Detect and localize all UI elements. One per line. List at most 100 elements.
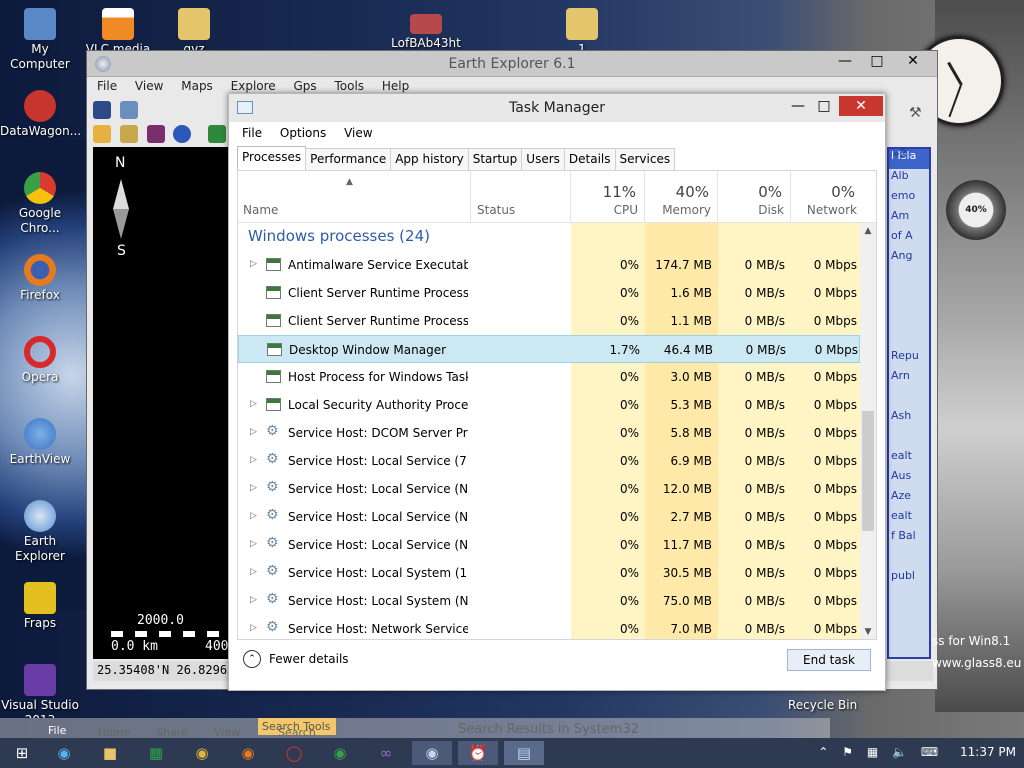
column-network[interactable]: 0% Network xyxy=(791,171,863,223)
tab-details[interactable]: Details xyxy=(563,148,616,170)
task-manager-taskbar-icon[interactable]: ▤ xyxy=(504,741,544,765)
clock-time[interactable]: 11:37 PM xyxy=(960,745,1016,759)
tab-processes[interactable]: Processes xyxy=(237,146,307,170)
chrome2-taskbar-icon[interactable]: ◉ xyxy=(320,741,360,765)
process-row[interactable]: Client Server Runtime Process 0% 1.6 MB 0 M… xyxy=(238,279,860,307)
tm-menu-file[interactable]: File xyxy=(242,126,262,140)
tm-maximize-button[interactable]: □ xyxy=(811,96,837,116)
menu-maps[interactable]: Maps xyxy=(181,79,213,93)
tab-services[interactable]: Services xyxy=(614,148,676,170)
location-list-item[interactable] xyxy=(889,289,929,309)
expand-arrow-icon[interactable]: ▷ xyxy=(250,483,257,493)
key-icon[interactable] xyxy=(119,125,138,143)
fewer-details-button[interactable]: ⌃ Fewer details xyxy=(243,650,349,668)
location-list-item[interactable]: Am xyxy=(889,209,929,229)
chrome-taskbar-icon[interactable]: ◉ xyxy=(182,741,222,765)
process-list[interactable]: Windows processes (24) ▷ Antimalware Serv… xyxy=(238,223,860,639)
expand-arrow-icon[interactable]: ▷ xyxy=(250,595,257,605)
earth-explorer-titlebar[interactable]: Earth Explorer 6.1 — □ ✕ xyxy=(87,51,937,77)
scrollbar-thumb[interactable] xyxy=(862,411,874,531)
column-cpu[interactable]: 11% CPU xyxy=(571,171,645,223)
menu-tools[interactable]: Tools xyxy=(335,79,365,93)
tm-menu-view[interactable]: View xyxy=(344,126,372,140)
book-icon[interactable] xyxy=(146,125,165,143)
process-row[interactable]: ▷ Local Security Authority Process... 0%5.… xyxy=(238,391,860,419)
alarm-taskbar-icon[interactable]: ⏰ xyxy=(458,741,498,765)
tm-menu-options[interactable]: Options xyxy=(280,126,326,140)
expand-arrow-icon[interactable]: ▷ xyxy=(250,259,257,269)
explorer-tab-file[interactable]: File xyxy=(48,724,68,737)
desktop-icon-visual-studio[interactable]: Visual Studio 2013 xyxy=(0,664,80,718)
location-list-item[interactable] xyxy=(889,309,929,329)
location-list-item[interactable]: Aus xyxy=(889,469,929,489)
location-list-item[interactable]: Arn xyxy=(889,369,929,389)
desktop-icon-fraps[interactable]: Fraps xyxy=(0,582,80,631)
location-list-item[interactable]: Repu xyxy=(889,349,929,369)
map-view[interactable]: N S 2000.0 0.0 km 400 xyxy=(93,147,233,659)
process-row[interactable]: ▷ ⚙ Service Host: DCOM Server Proc... 0%5.8… xyxy=(238,419,860,447)
location-list-item[interactable]: Aze xyxy=(889,489,929,509)
desktop-icon-gvz-folder[interactable]: gvz xyxy=(154,8,234,54)
excel-taskbar-icon[interactable]: ▦ xyxy=(136,741,176,765)
scroll-up-icon[interactable]: ▲ xyxy=(860,223,876,236)
location-list[interactable]: l Isla Alb emo Am of A Ang Repu Arn Ash ealt Aus Az… xyxy=(887,147,931,659)
expand-arrow-icon[interactable]: ▷ xyxy=(250,567,257,577)
maximize-button[interactable]: □ xyxy=(859,51,895,71)
location-list-item[interactable] xyxy=(889,389,929,409)
print-icon[interactable] xyxy=(119,101,138,119)
help-icon[interactable] xyxy=(173,125,192,143)
column-name[interactable]: ▲ Name xyxy=(238,171,471,223)
location-list-item[interactable]: of A xyxy=(889,229,929,249)
keyboard-icon[interactable]: ⌨ xyxy=(921,745,938,759)
location-list-item[interactable]: emo xyxy=(889,189,929,209)
scroll-down-icon[interactable]: ▼ xyxy=(860,627,876,637)
opera-taskbar-icon[interactable]: ◯ xyxy=(274,741,314,765)
process-list-scrollbar[interactable]: ▲ ▼ xyxy=(860,223,876,639)
menu-help[interactable]: Help xyxy=(382,79,409,93)
process-row[interactable]: ▷ ⚙ Service Host: Local System (Net... 0%75… xyxy=(238,587,860,615)
location-list-item[interactable]: ealt xyxy=(889,449,929,469)
expand-arrow-icon[interactable]: ▷ xyxy=(250,623,257,633)
menu-view[interactable]: View xyxy=(135,79,163,93)
explorer-taskbar-icon[interactable]: ■ xyxy=(90,741,130,765)
desktop-icon-firefox[interactable]: Firefox xyxy=(0,254,80,303)
menu-gps[interactable]: Gps xyxy=(294,79,317,93)
desktop-icon-recycle-bin[interactable]: Recycle Bin xyxy=(788,698,857,712)
location-list-item[interactable] xyxy=(889,429,929,449)
speaker-icon[interactable]: 🔈 xyxy=(892,745,907,759)
task-manager-titlebar[interactable]: Task Manager — □ ✕ xyxy=(229,94,885,122)
panel-tab[interactable]: »2 xyxy=(893,147,907,160)
cpu-meter-gadget[interactable]: 40% xyxy=(946,180,1006,240)
tab-app-history[interactable]: App history xyxy=(390,148,469,170)
expand-arrow-icon[interactable]: ▷ xyxy=(250,539,257,549)
dollar-icon[interactable] xyxy=(93,125,111,143)
location-list-item[interactable]: Ang xyxy=(889,249,929,269)
process-row[interactable]: Host Process for Windows Tasks 0% 3.0 MB 0 … xyxy=(238,363,860,391)
task-manager-window[interactable]: Task Manager — □ ✕ File Options View Pro… xyxy=(228,93,886,691)
ie-taskbar-icon[interactable]: ◉ xyxy=(44,741,84,765)
process-row[interactable]: ▷ ⚙ Service Host: Network Service (5) 0%7.0… xyxy=(238,615,860,639)
location-list-item[interactable]: ealt xyxy=(889,509,929,529)
expand-arrow-icon[interactable]: ▷ xyxy=(250,511,257,521)
menu-file[interactable]: File xyxy=(97,79,117,93)
desktop-icon-opera[interactable]: Opera xyxy=(0,336,80,385)
group-header[interactable]: Windows processes (24) xyxy=(238,223,860,251)
desktop-icon-earthview[interactable]: EarthView xyxy=(0,418,80,467)
start-button[interactable]: ⊞ xyxy=(2,741,42,765)
tm-minimize-button[interactable]: — xyxy=(785,96,811,116)
visual-studio-taskbar-icon[interactable]: ∞ xyxy=(366,741,406,765)
process-row[interactable]: ▷ ⚙ Service Host: Local System (17) 0% 30.5 … xyxy=(238,559,860,587)
process-row[interactable]: ▷ ⚙ Service Host: Local Service (Net... 0%1… xyxy=(238,475,860,503)
tab-startup[interactable]: Startup xyxy=(467,148,523,170)
process-row[interactable]: ▷ ⚙ Service Host: Local Service (No ... 0%1… xyxy=(238,531,860,559)
desktop-icon-my-computer[interactable]: My Computer xyxy=(0,8,80,72)
flag-icon[interactable]: ⚑ xyxy=(842,745,853,759)
process-row[interactable]: ▷ ⚙ Service Host: Local Service (7) 0% 6.9 M… xyxy=(238,447,860,475)
minimize-button[interactable]: — xyxy=(827,51,863,71)
desktop-icon-folder-1[interactable]: 1 xyxy=(542,8,622,54)
location-list-item[interactable] xyxy=(889,269,929,289)
location-list-item[interactable]: f Bal xyxy=(889,529,929,549)
tab-users[interactable]: Users xyxy=(521,148,565,170)
desktop-icon-earth-explorer[interactable]: Earth Explorer xyxy=(0,500,80,564)
tab-performance[interactable]: Performance xyxy=(305,148,392,170)
